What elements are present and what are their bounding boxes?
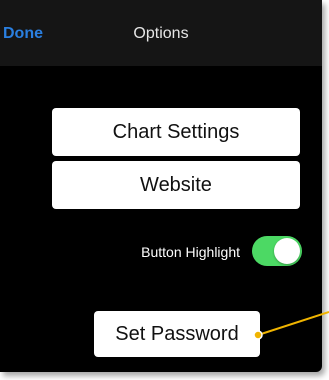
website-button[interactable]: Website bbox=[52, 161, 300, 209]
options-screen: Done Options Chart Settings Website Butt… bbox=[0, 0, 322, 372]
set-password-button[interactable]: Set Password bbox=[94, 311, 260, 357]
page-title: Options bbox=[133, 25, 189, 42]
chart-settings-button[interactable]: Chart Settings bbox=[52, 108, 300, 156]
navigation-bar: Done Options bbox=[0, 0, 322, 66]
button-highlight-toggle[interactable] bbox=[252, 236, 302, 266]
toggle-knob bbox=[274, 238, 300, 264]
button-highlight-label: Button Highlight bbox=[141, 244, 240, 260]
